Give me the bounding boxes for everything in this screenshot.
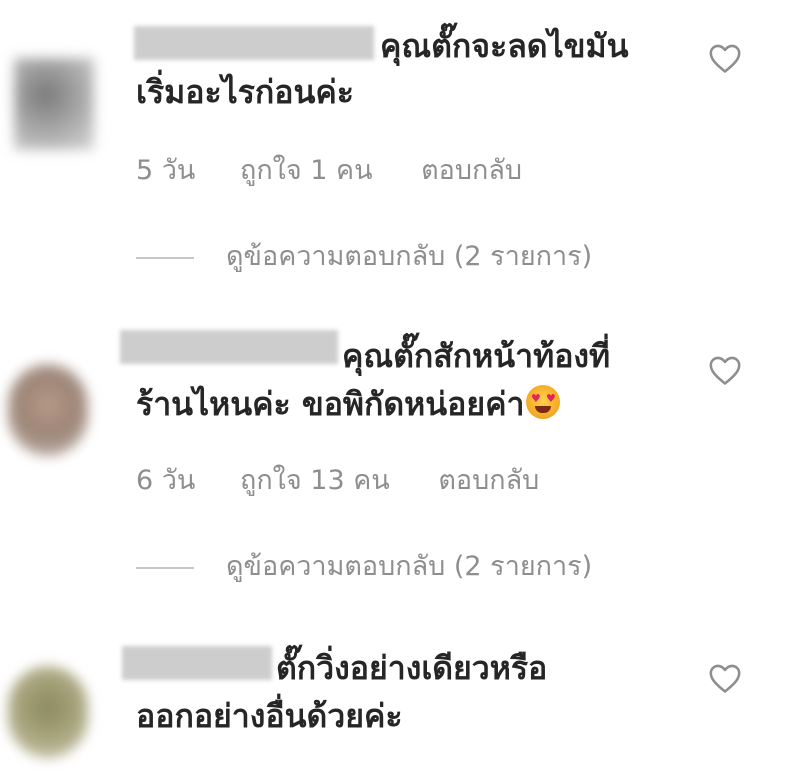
comment-text-line2-label: ร้านไหนค่ะ ขอพิกัดหน่อยค่า: [136, 385, 525, 423]
comment-item: ตั๊กวิ่งอย่างเดียวหรือ ออกอย่างอื่นด้วยค…: [0, 620, 800, 778]
view-replies-label: ดูข้อความตอบกลับ (2 รายการ): [226, 551, 593, 582]
like-count-button[interactable]: ถูกใจ 1 คน: [240, 148, 373, 191]
username-redacted[interactable]: [134, 26, 374, 60]
like-count-button[interactable]: ถูกใจ 13 คน: [240, 458, 390, 501]
view-replies-button[interactable]: ดูข้อความตอบกลับ (2 รายการ): [136, 234, 592, 277]
view-replies-label: ดูข้อความตอบกลับ (2 รายการ): [226, 241, 593, 272]
replies-divider: [136, 566, 194, 569]
username-redacted[interactable]: [120, 330, 338, 364]
replies-divider: [136, 256, 194, 259]
smiling-face-heart-eyes-icon: ♥ ♥: [526, 385, 561, 419]
heart-icon[interactable]: [708, 42, 742, 74]
comment-item: คุณตั๊กสักหน้าท้องที่ ร้านไหนค่ะ ขอพิกัด…: [0, 300, 800, 620]
reply-button[interactable]: ตอบกลับ: [421, 148, 522, 191]
comment-text-line1: ตั๊กวิ่งอย่างเดียวหรือ: [276, 649, 548, 687]
comment-text-line1: คุณตั๊กจะลดไขมัน: [380, 27, 629, 65]
username-redacted[interactable]: [122, 646, 272, 680]
avatar[interactable]: [8, 666, 88, 758]
heart-icon[interactable]: [708, 662, 742, 694]
comment-text-line2: เริ่มอะไรก่อนค่ะ: [136, 73, 354, 111]
comment-item: คุณตั๊กจะลดไขมัน เริ่มอะไรก่อนค่ะ 5 วัน …: [0, 0, 800, 300]
comment-text-line2: ออกอย่างอื่นด้วยค่ะ: [136, 697, 403, 735]
avatar[interactable]: [8, 364, 88, 456]
avatar[interactable]: [14, 58, 94, 150]
reply-button[interactable]: ตอบกลับ: [438, 458, 539, 501]
view-replies-button[interactable]: ดูข้อความตอบกลับ (2 รายการ): [136, 544, 592, 587]
heart-icon[interactable]: [708, 354, 742, 386]
comment-time: 5 วัน: [136, 155, 196, 186]
comment-text-line1: คุณตั๊กสักหน้าท้องที่: [342, 337, 611, 375]
comment-time: 6 วัน: [136, 465, 196, 496]
comment-text-line2: ร้านไหนค่ะ ขอพิกัดหน่อยค่า ♥ ♥: [136, 378, 561, 430]
